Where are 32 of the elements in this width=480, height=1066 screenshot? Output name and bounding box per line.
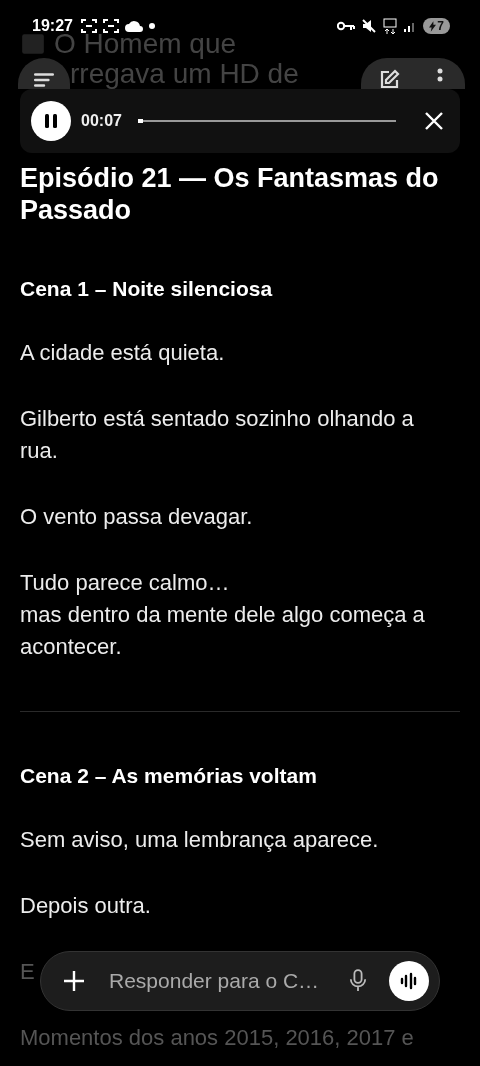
menu-icon: [33, 72, 55, 88]
story-paragraph: Sem aviso, uma lembrança aparece.: [20, 826, 380, 854]
story-paragraph: Depois outra.: [20, 892, 152, 920]
microphone-icon[interactable]: [349, 969, 367, 993]
scene-heading: Cena 2 – As memórias voltam: [20, 763, 318, 789]
scene-heading: Cena 1 – Noite silenciosa: [20, 276, 274, 302]
story-paragraph: A cidade está quieta.: [20, 339, 226, 367]
pause-icon: [44, 113, 58, 129]
plus-icon[interactable]: [63, 970, 85, 992]
waveform-icon: [399, 972, 419, 990]
page-title: rregava um HD de: [70, 58, 300, 89]
pause-button[interactable]: [31, 101, 71, 141]
screenshot-icon: [102, 19, 119, 33]
story-paragraph: Gilberto está sentado sozinho olhando a rua.: [20, 405, 415, 465]
menu-button[interactable]: [18, 58, 70, 89]
reply-field[interactable]: Responder para o C…: [107, 968, 335, 994]
story-paragraph: E: [20, 958, 35, 986]
network-icon: [383, 18, 398, 34]
battery-level: 7: [423, 18, 450, 34]
story-paragraph: Momentos dos anos 2015, 2016, 2017 e: [20, 1024, 414, 1052]
story-paragraph: Tudo parece calmo… mas dentro da mente dele algo começa a acontecer.: [20, 569, 426, 661]
charging-icon: [429, 20, 437, 32]
document-icon: [20, 31, 46, 57]
mute-icon: [361, 18, 378, 34]
dot-icon: [148, 23, 155, 29]
elapsed-time: 00:07: [81, 112, 122, 130]
episode-title: Episódio 21 — Os Fantasmas do Passado: [20, 162, 440, 226]
voice-button[interactable]: [389, 961, 429, 1001]
story-paragraph: O vento passa devagar.: [20, 503, 254, 531]
screenshot-icon: [80, 19, 97, 33]
key-icon: [337, 21, 356, 31]
cloud-icon: [124, 20, 143, 32]
